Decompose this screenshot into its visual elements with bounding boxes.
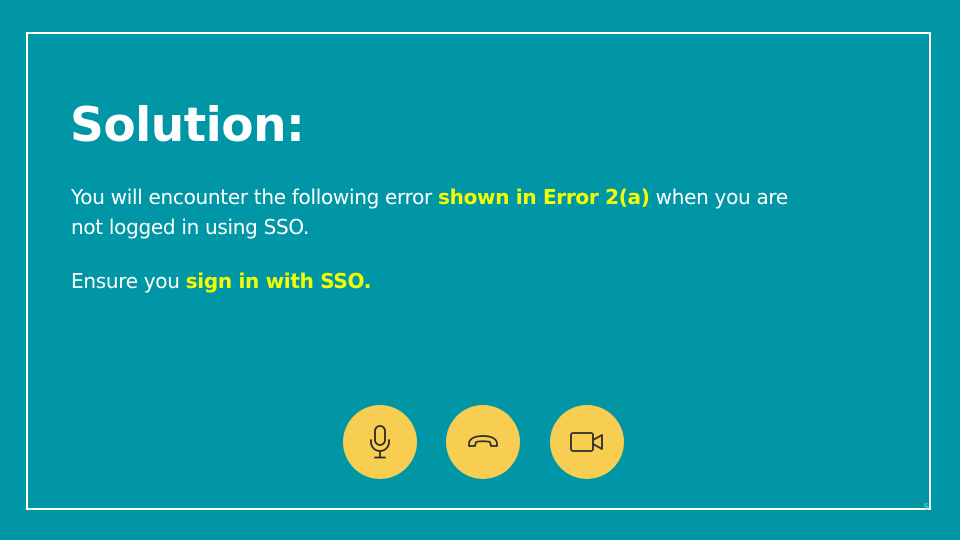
video-button[interactable]: [550, 405, 624, 479]
microphone-icon: [365, 424, 395, 460]
error-description-text: You will encounter the following error: [71, 185, 439, 209]
slide: Solution: You will encounter the followi…: [0, 0, 960, 540]
microphone-button[interactable]: [343, 405, 417, 479]
call-controls: [343, 405, 625, 481]
error-reference-highlight: shown in Error 2(a): [438, 185, 650, 209]
instruction-text: Ensure you: [71, 269, 186, 293]
video-camera-icon: [569, 430, 605, 454]
phone-hangup-icon: [467, 434, 499, 450]
hang-up-button[interactable]: [446, 405, 520, 479]
sso-highlight: sign in with SSO.: [185, 269, 372, 293]
instruction: Ensure you sign in with SSO.: [71, 266, 811, 296]
error-description: You will encounter the following error s…: [71, 182, 811, 242]
page-number: 5: [924, 502, 930, 512]
slide-title: Solution:: [70, 98, 305, 153]
